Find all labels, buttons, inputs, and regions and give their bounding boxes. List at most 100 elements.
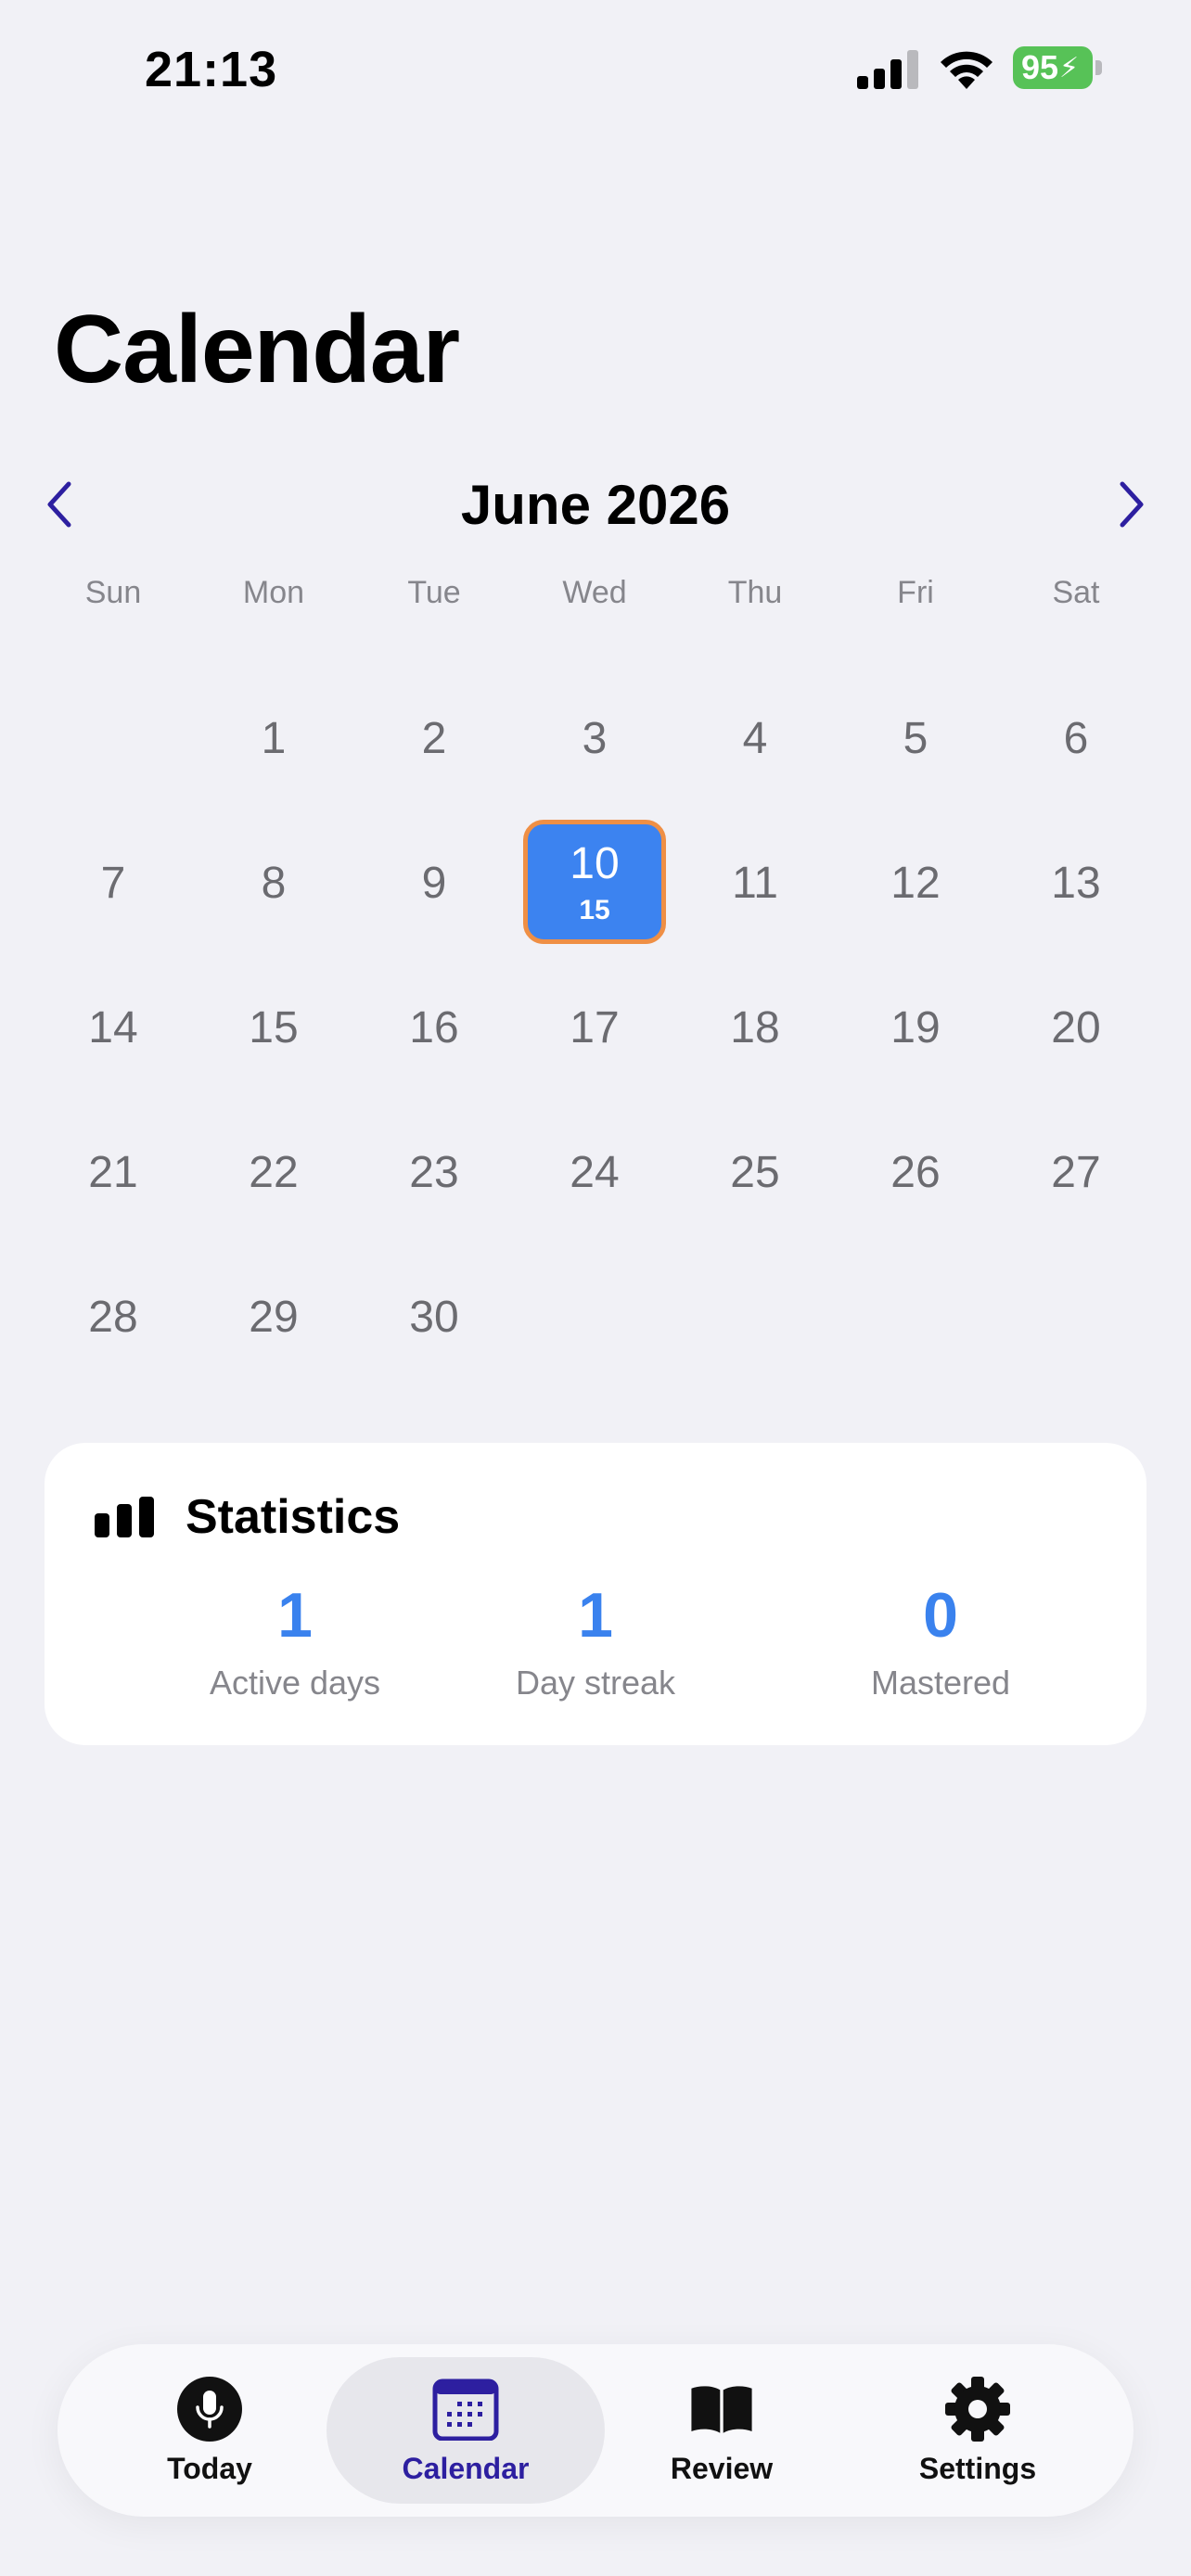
weekday-fri: Fri bbox=[897, 575, 934, 610]
charging-bolt-icon: ⚡ bbox=[1058, 52, 1080, 83]
day-number: 29 bbox=[249, 1292, 299, 1342]
calendar-day-selected[interactable]: 10 15 bbox=[523, 820, 666, 944]
day-number: 2 bbox=[421, 713, 447, 763]
calendar-day[interactable]: 14 bbox=[41, 964, 186, 1090]
wifi-icon bbox=[941, 51, 992, 89]
day-number: 26 bbox=[890, 1147, 941, 1197]
day-number: 24 bbox=[570, 1147, 620, 1197]
calendar-day[interactable]: 26 bbox=[843, 1109, 988, 1235]
calendar-day[interactable]: 19 bbox=[843, 964, 988, 1090]
day-number: 10 bbox=[570, 838, 620, 888]
stat-value: 0 bbox=[923, 1580, 958, 1651]
statistics-header: Statistics bbox=[93, 1489, 400, 1545]
microphone-icon bbox=[176, 2376, 243, 2442]
day-number: 15 bbox=[249, 1002, 299, 1052]
day-number: 25 bbox=[730, 1147, 780, 1197]
tab-label: Review bbox=[670, 2451, 774, 2485]
calendar-day[interactable]: 22 bbox=[201, 1109, 346, 1235]
calendar-day[interactable]: 11 bbox=[683, 820, 827, 946]
month-navigation: June 2026 bbox=[0, 464, 1191, 545]
day-number: 23 bbox=[409, 1147, 459, 1197]
month-label: June 2026 bbox=[460, 474, 731, 536]
tab-label: Settings bbox=[918, 2451, 1037, 2485]
calendar-day[interactable]: 24 bbox=[522, 1109, 667, 1235]
day-number: 18 bbox=[730, 1002, 780, 1052]
day-number: 7 bbox=[100, 858, 126, 908]
week-row: 1 2 3 4 5 6 bbox=[0, 675, 1191, 820]
day-number: 30 bbox=[409, 1292, 459, 1342]
day-number: 5 bbox=[903, 713, 928, 763]
calendar-day[interactable]: 17 bbox=[522, 964, 667, 1090]
day-number: 8 bbox=[261, 858, 287, 908]
tab-calendar[interactable]: Calendar bbox=[327, 2357, 605, 2504]
day-number: 14 bbox=[88, 1002, 138, 1052]
calendar-day[interactable]: 30 bbox=[362, 1254, 506, 1380]
day-number: 20 bbox=[1051, 1002, 1101, 1052]
stat-label: Mastered bbox=[870, 1664, 1011, 1702]
calendar-day[interactable]: 3 bbox=[522, 675, 667, 801]
tab-today[interactable]: Today bbox=[70, 2357, 349, 2504]
calendar-day[interactable]: 28 bbox=[41, 1254, 186, 1380]
day-entry-count: 15 bbox=[579, 894, 610, 925]
week-row: 7 8 9 10 15 11 12 13 bbox=[0, 820, 1191, 964]
battery-icon: 95 ⚡ bbox=[1013, 46, 1102, 89]
day-number: 4 bbox=[742, 713, 768, 763]
calendar-day[interactable]: 1 bbox=[201, 675, 346, 801]
weekday-header-row: Sun Mon Tue Wed Thu Fri Sat bbox=[0, 575, 1191, 631]
calendar-day[interactable]: 7 bbox=[41, 820, 186, 946]
status-time: 21:13 bbox=[145, 42, 278, 97]
signal-icon bbox=[857, 50, 918, 89]
weekday-tue: Tue bbox=[407, 575, 461, 610]
day-number: 28 bbox=[88, 1292, 138, 1342]
calendar-icon bbox=[432, 2376, 499, 2442]
status-bar: 21:13 95 ⚡ bbox=[0, 0, 1191, 139]
day-number: 17 bbox=[570, 1002, 620, 1052]
day-number: 19 bbox=[890, 1002, 941, 1052]
day-number: 21 bbox=[88, 1147, 138, 1197]
calendar-day[interactable]: 27 bbox=[1004, 1109, 1148, 1235]
tab-review[interactable]: Review bbox=[583, 2357, 861, 2504]
calendar-grid: Sun Mon Tue Wed Thu Fri Sat 1 2 3 4 5 6 7 8 9 10 15 11 12 1… bbox=[0, 575, 1191, 1342]
weekday-mon: Mon bbox=[242, 575, 305, 610]
day-number: 27 bbox=[1051, 1147, 1101, 1197]
day-number: 6 bbox=[1063, 713, 1089, 763]
stat-value: 1 bbox=[578, 1580, 613, 1651]
bar-chart-icon bbox=[95, 1497, 154, 1537]
tab-settings[interactable]: Settings bbox=[839, 2357, 1117, 2504]
next-month-button[interactable] bbox=[1104, 477, 1159, 532]
chevron-right-icon bbox=[1120, 481, 1144, 528]
stat-day-streak: 1 Day streak bbox=[438, 1580, 753, 1702]
calendar-day[interactable]: 2 bbox=[362, 675, 506, 801]
day-number: 9 bbox=[421, 858, 447, 908]
calendar-day[interactable]: 15 bbox=[201, 964, 346, 1090]
calendar-day[interactable]: 23 bbox=[362, 1109, 506, 1235]
calendar-day[interactable]: 21 bbox=[41, 1109, 186, 1235]
stat-label: Day streak bbox=[515, 1664, 676, 1702]
day-number: 1 bbox=[261, 713, 287, 763]
week-row: 14 15 16 17 18 19 20 bbox=[0, 964, 1191, 1109]
calendar-day[interactable]: 16 bbox=[362, 964, 506, 1090]
calendar-day[interactable]: 6 bbox=[1004, 675, 1148, 801]
page-title: Calendar bbox=[54, 296, 460, 403]
stat-label: Active days bbox=[209, 1664, 381, 1702]
weekday-thu: Thu bbox=[727, 575, 783, 610]
calendar-day[interactable]: 25 bbox=[683, 1109, 827, 1235]
calendar-day[interactable]: 20 bbox=[1004, 964, 1148, 1090]
battery-nub bbox=[1095, 60, 1102, 75]
calendar-day[interactable]: 4 bbox=[683, 675, 827, 801]
calendar-day[interactable]: 5 bbox=[843, 675, 988, 801]
book-icon bbox=[688, 2376, 755, 2442]
stat-active-days: 1 Active days bbox=[137, 1580, 453, 1702]
calendar-day[interactable]: 13 bbox=[1004, 820, 1148, 946]
battery-level: 95 ⚡ bbox=[1013, 46, 1093, 89]
calendar-day[interactable]: 9 bbox=[362, 820, 506, 946]
day-number: 12 bbox=[890, 858, 941, 908]
day-number: 3 bbox=[582, 713, 608, 763]
tab-bar: Today Calendar Review Settings bbox=[58, 2344, 1133, 2517]
calendar-day[interactable]: 8 bbox=[201, 820, 346, 946]
calendar-day[interactable]: 18 bbox=[683, 964, 827, 1090]
calendar-day[interactable]: 12 bbox=[843, 820, 988, 946]
day-number: 22 bbox=[249, 1147, 299, 1197]
calendar-day[interactable]: 29 bbox=[201, 1254, 346, 1380]
week-row: 28 29 30 bbox=[0, 1254, 1191, 1398]
